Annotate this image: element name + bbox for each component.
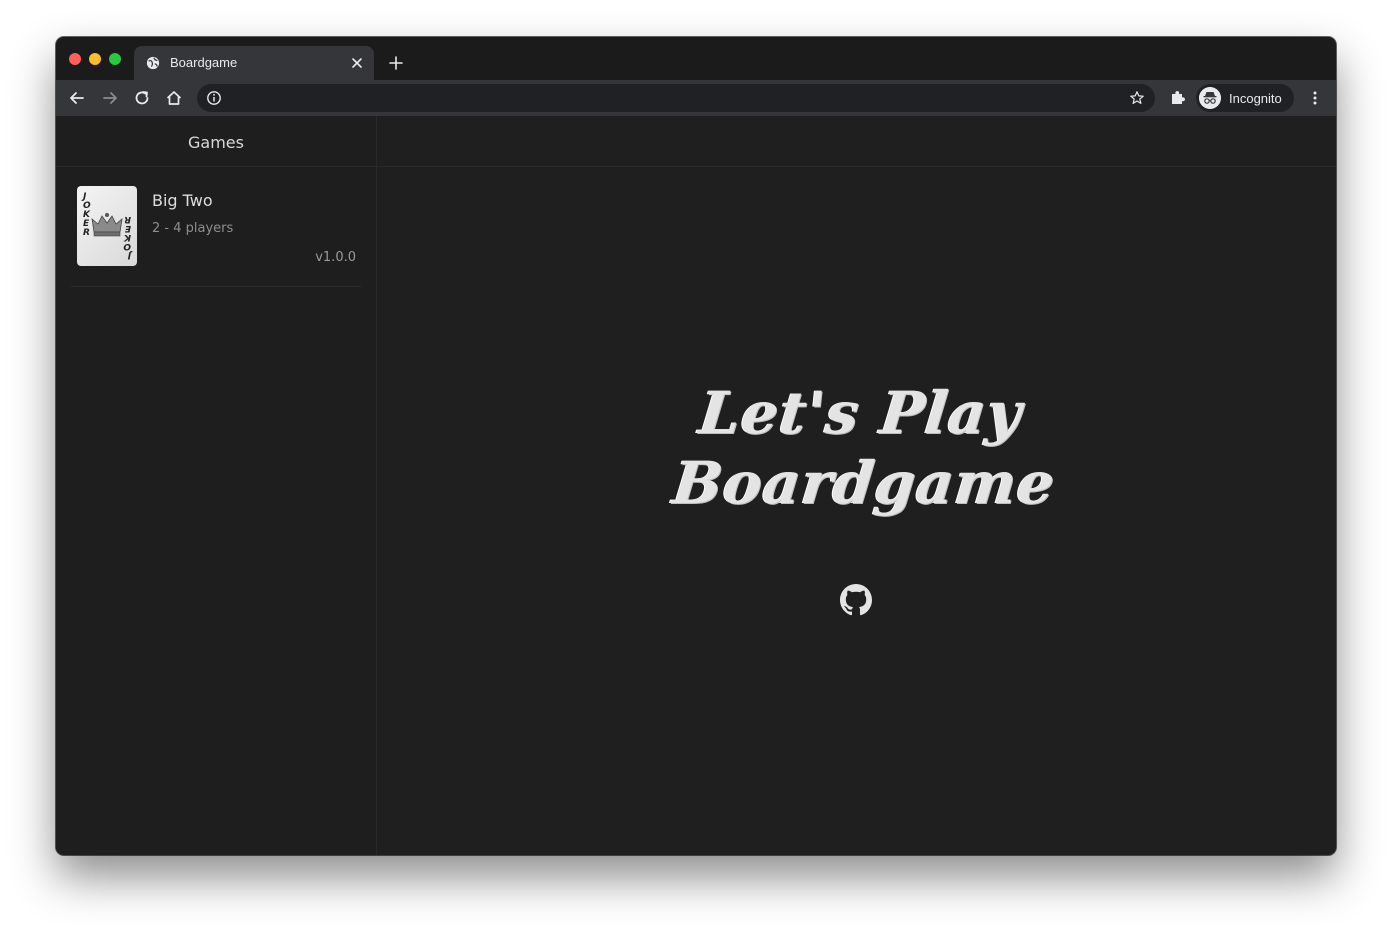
hero-title: Let's Play Boardgame [669, 378, 1059, 518]
hero-title-line2: Boardgame [669, 449, 1059, 517]
hero-title-line1: Let's Play [696, 379, 1026, 447]
incognito-icon [1199, 87, 1221, 109]
close-window-button[interactable] [69, 53, 81, 65]
browser-toolbar: Incognito [56, 80, 1336, 116]
joker-card-icon: J O K E R J O K E R [77, 186, 137, 266]
game-players: 2 - 4 players [152, 221, 234, 236]
info-icon[interactable] [206, 90, 222, 106]
star-icon[interactable] [1129, 90, 1145, 106]
app-content: Games J O K E R J O K E R Big Two 2 - 4 … [56, 116, 1336, 855]
globe-icon [146, 56, 160, 70]
svg-text:R: R [124, 214, 131, 224]
game-list-item[interactable]: J O K E R J O K E R Big Two 2 - 4 player… [71, 176, 361, 287]
maximize-window-button[interactable] [109, 53, 121, 65]
puzzle-icon[interactable] [1169, 89, 1187, 107]
sidebar-title: Games [188, 133, 244, 152]
profile-button[interactable]: Incognito [1196, 84, 1294, 112]
tab-title: Boardgame [170, 55, 238, 70]
main-header [377, 116, 1336, 167]
tab-boardgame[interactable]: Boardgame [134, 46, 374, 80]
close-icon[interactable] [350, 56, 364, 70]
main-panel: Let's Play Boardgame [377, 116, 1336, 855]
minimize-window-button[interactable] [89, 53, 101, 65]
profile-label: Incognito [1229, 91, 1282, 106]
sidebar-header: Games [56, 116, 376, 167]
kebab-menu-icon[interactable] [1306, 89, 1324, 107]
game-name: Big Two [152, 191, 213, 210]
reload-icon[interactable] [133, 89, 151, 107]
plus-icon[interactable] [388, 55, 404, 71]
game-version: v1.0.0 [315, 250, 356, 265]
home-icon[interactable] [165, 89, 183, 107]
address-bar[interactable] [197, 84, 1155, 112]
games-sidebar: Games J O K E R J O K E R Big Two 2 - 4 … [56, 116, 377, 855]
github-icon[interactable] [840, 584, 872, 616]
svg-text:R: R [83, 228, 90, 238]
arrow-right-icon[interactable] [101, 89, 119, 107]
browser-window: Boardgame Incognito Games J O K E R J O … [56, 37, 1336, 855]
tab-strip: Boardgame [56, 37, 1336, 80]
arrow-left-icon[interactable] [68, 89, 86, 107]
